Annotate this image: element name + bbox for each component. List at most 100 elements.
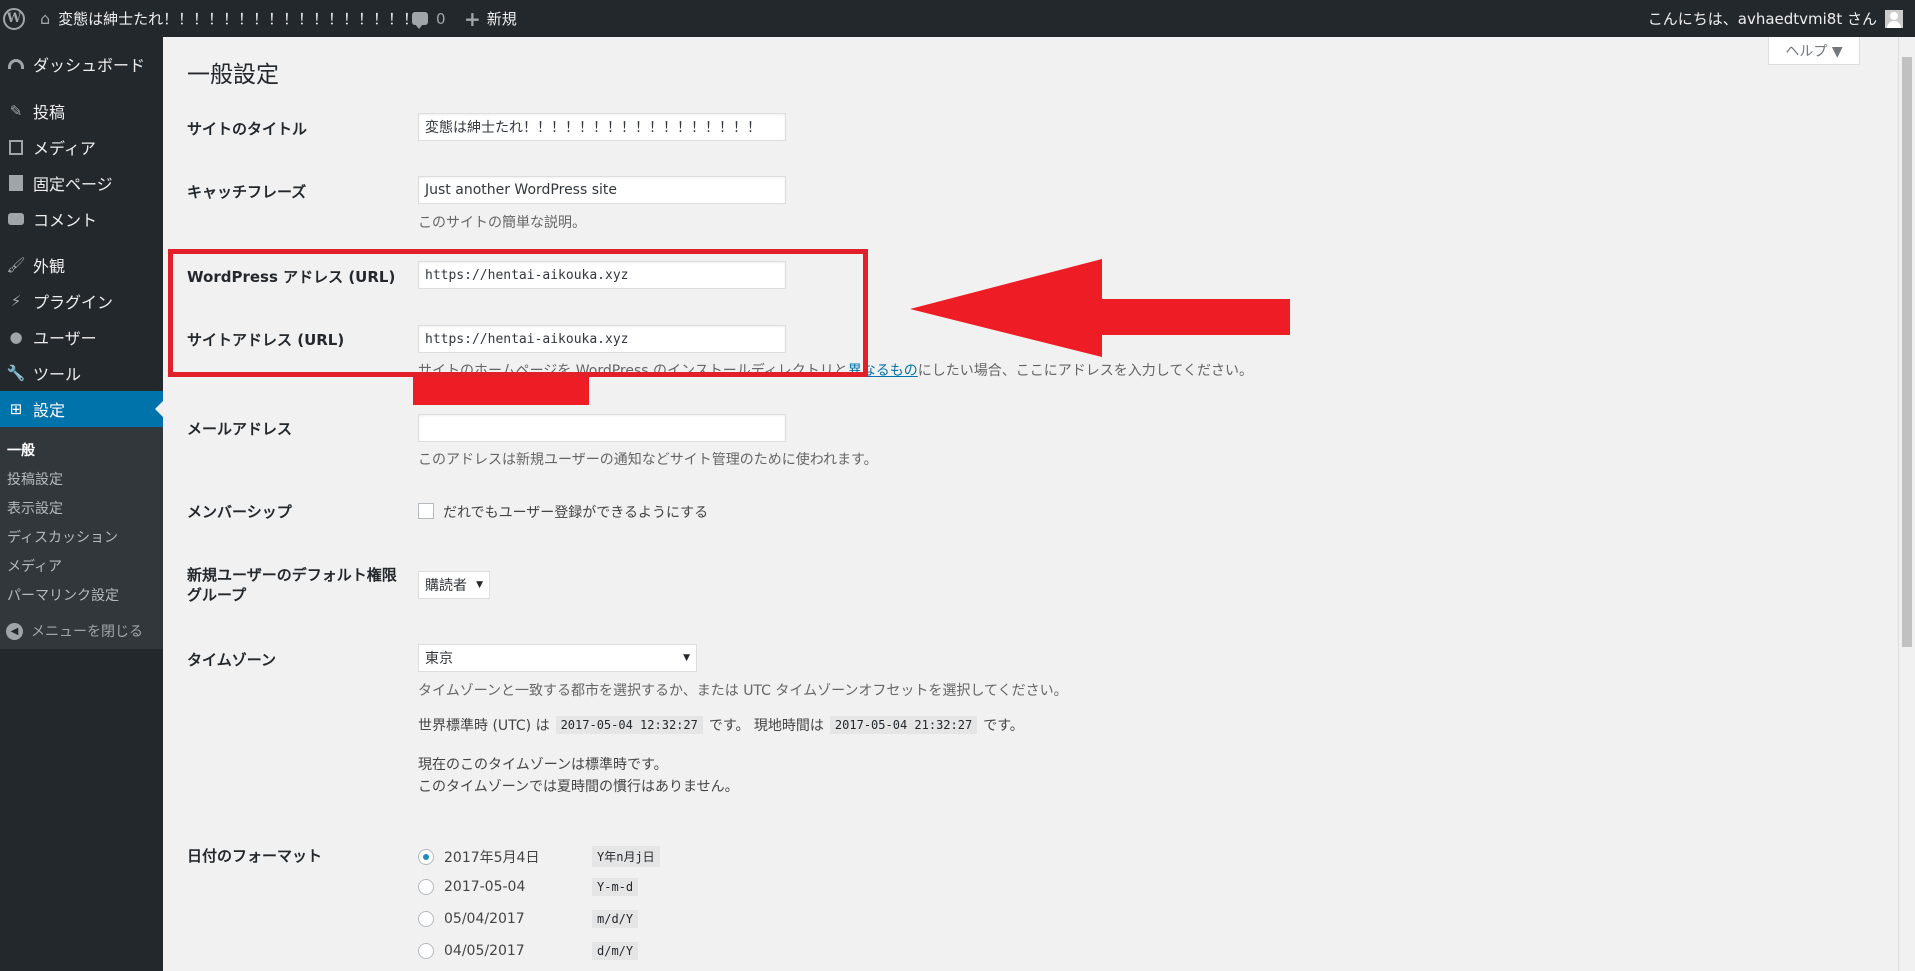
local-label: です。 現地時間は [708, 718, 824, 734]
dashboard-icon [6, 54, 26, 74]
date-format-option[interactable]: 05/04/2017 m/d/Y [418, 910, 639, 928]
annotation-highlight-box [168, 249, 868, 377]
menu-label: ツール [33, 365, 82, 384]
timezone-description: タイムゾーンと一致する都市を選択するか、または UTC タイムゾーンオフセットを… [418, 683, 1068, 699]
admin-menu: ダッシュボード ✎ 投稿 メディア 固定ページ コメント 🖌 外観 ⚡ プラグイ… [0, 37, 163, 971]
default-role-select[interactable]: 購読者 ▼ [418, 571, 490, 599]
wordpress-logo-icon[interactable]: W [0, 0, 28, 37]
timezone-note-2: このタイムゾーンでは夏時間の慣行はありません。 [418, 779, 739, 795]
new-content-link[interactable]: + 新規 [464, 0, 517, 37]
collapse-arrow-icon: ◀ [6, 622, 23, 640]
timezone-note-1: 現在のこのタイムゾーンは標準時です。 [418, 757, 668, 773]
default-role-label: 新規ユーザーのデフォルト権限 グループ [187, 565, 397, 605]
membership-checkbox-label: だれでもユーザー登録ができるようにする [443, 505, 709, 521]
comment-icon [412, 12, 428, 29]
tagline-label: キャッチフレーズ [187, 183, 307, 201]
submenu-permalinks[interactable]: パーマリンク設定 [7, 585, 119, 605]
default-role-label-line2: グループ [187, 586, 247, 604]
radio-button[interactable] [418, 879, 434, 895]
radio-button[interactable] [418, 848, 434, 865]
email-description: このアドレスは新規ユーザーの通知などサイト管理のために使われます。 [418, 452, 878, 468]
comments-link[interactable]: 0 [412, 0, 446, 37]
utc-time: 2017-05-04 12:32:27 [555, 716, 703, 734]
site-name: 変態は紳士たれ！！！！！！！！！！！！！！！！！ [58, 10, 419, 28]
plus-icon: + [464, 6, 481, 31]
home-icon: ⌂ [40, 9, 51, 28]
annotation-arrow-icon [910, 259, 1290, 357]
timezone-label: タイムゾーン [187, 651, 276, 669]
timezone-select[interactable]: 東京 ▼ [418, 644, 697, 672]
menu-settings[interactable]: ⊞ 設定 [0, 391, 163, 427]
menu-pages[interactable]: 固定ページ [0, 165, 163, 201]
menu-plugins[interactable]: ⚡ プラグイン [0, 283, 163, 319]
media-icon [6, 137, 26, 157]
date-format-option[interactable]: 2017-05-04 Y-m-d [418, 878, 639, 896]
membership-label: メンバーシップ [187, 503, 292, 521]
menu-users[interactable]: ● ユーザー [0, 319, 163, 355]
menu-posts[interactable]: ✎ 投稿 [0, 93, 163, 129]
date-format-option[interactable]: 2017年5月4日 Y年n月j日 [418, 846, 660, 867]
date-format-option[interactable]: 04/05/2017 d/m/Y [418, 942, 639, 960]
brush-icon: 🖌 [6, 256, 26, 274]
submenu-discussion[interactable]: ディスカッション [7, 527, 118, 547]
site-title-label: サイトのタイトル [187, 120, 308, 138]
date-format-code: Y-m-d [592, 878, 639, 896]
menu-label: 設定 [33, 401, 66, 420]
menu-label: 外観 [33, 257, 66, 276]
radio-button[interactable] [418, 911, 434, 927]
menu-label: ユーザー [33, 329, 97, 348]
menu-label: 固定ページ [33, 175, 113, 194]
collapse-menu-button[interactable]: ◀ メニューを閉じる [6, 621, 143, 641]
menu-label: 投稿 [33, 103, 66, 122]
email-input[interactable] [418, 414, 786, 442]
main-content: ヘルプ ▼ 一般設定 サイトのタイトル 変態は紳士たれ！！！！！！！！！！！！！… [163, 37, 1898, 971]
local-suffix: です。 [983, 718, 1024, 734]
local-time: 2017-05-04 21:32:27 [829, 716, 978, 734]
page-scrollbar[interactable] [1898, 37, 1915, 971]
menu-media[interactable]: メディア [0, 129, 163, 165]
timezone-times: 世界標準時 (UTC) は 2017-05-04 12:32:27 です。 現地… [418, 715, 1024, 735]
comments-count: 0 [436, 9, 446, 28]
date-format-display: 05/04/2017 [444, 911, 525, 927]
menu-dashboard[interactable]: ダッシュボード [0, 46, 163, 82]
radio-button[interactable] [418, 943, 434, 959]
site-title-input[interactable]: 変態は紳士たれ！！！！！！！！！！！！！！！！！ [418, 113, 786, 141]
page-title: 一般設定 [187, 62, 279, 88]
menu-label: プラグイン [33, 293, 114, 312]
tagline-input[interactable]: Just another WordPress site [418, 176, 786, 204]
default-role-value: 購読者 [425, 578, 467, 594]
tagline-description: このサイトの簡単な説明。 [418, 215, 586, 231]
collapse-label: メニューを閉じる [31, 624, 143, 640]
menu-label: コメント [33, 211, 98, 230]
avatar [1885, 9, 1903, 28]
menu-comments[interactable]: コメント [0, 201, 163, 237]
menu-label: ダッシュボード [33, 56, 146, 75]
my-account-link[interactable]: こんにちは、avhaedtvmi8t さん [1648, 0, 1903, 37]
pushpin-icon: ✎ [9, 102, 23, 120]
settings-submenu: 一般 投稿設定 表示設定 ディスカッション メディア パーマリンク設定 [0, 427, 163, 649]
help-button[interactable]: ヘルプ ▼ [1768, 37, 1860, 65]
submenu-general[interactable]: 一般 [7, 440, 35, 460]
menu-label: メディア [33, 139, 96, 158]
admin-bar: W ⌂ 変態は紳士たれ！！！！！！！！！！！！！！！！！ 0 + 新規 こんにち… [0, 0, 1915, 37]
settings-icon: ⊞ [9, 400, 23, 418]
scrollbar-thumb[interactable] [1902, 57, 1912, 647]
submenu-writing[interactable]: 投稿設定 [7, 469, 63, 489]
wrench-icon: 🔧 [6, 364, 26, 382]
date-format-display: 2017-05-04 [444, 879, 526, 895]
submenu-media[interactable]: メディア [7, 556, 62, 576]
chevron-down-icon: ▼ [683, 653, 690, 663]
page-icon [6, 173, 26, 193]
chevron-down-icon: ▼ [476, 580, 483, 590]
site-address-desc-suffix: にしたい場合、ここにアドレスを入力してください。 [917, 363, 1253, 379]
site-name-link[interactable]: ⌂ 変態は紳士たれ！！！！！！！！！！！！！！！！！ [40, 0, 418, 37]
menu-tools[interactable]: 🔧 ツール [0, 355, 163, 391]
user-icon: ● [9, 328, 23, 346]
submenu-reading[interactable]: 表示設定 [7, 498, 63, 518]
utc-label: 世界標準時 (UTC) は [418, 718, 550, 734]
menu-appearance[interactable]: 🖌 外観 [0, 247, 163, 283]
date-format-display: 04/05/2017 [444, 943, 525, 959]
default-role-label-line1: 新規ユーザーのデフォルト権限 [187, 566, 397, 584]
comment-icon [6, 209, 26, 229]
membership-checkbox[interactable] [418, 503, 434, 519]
